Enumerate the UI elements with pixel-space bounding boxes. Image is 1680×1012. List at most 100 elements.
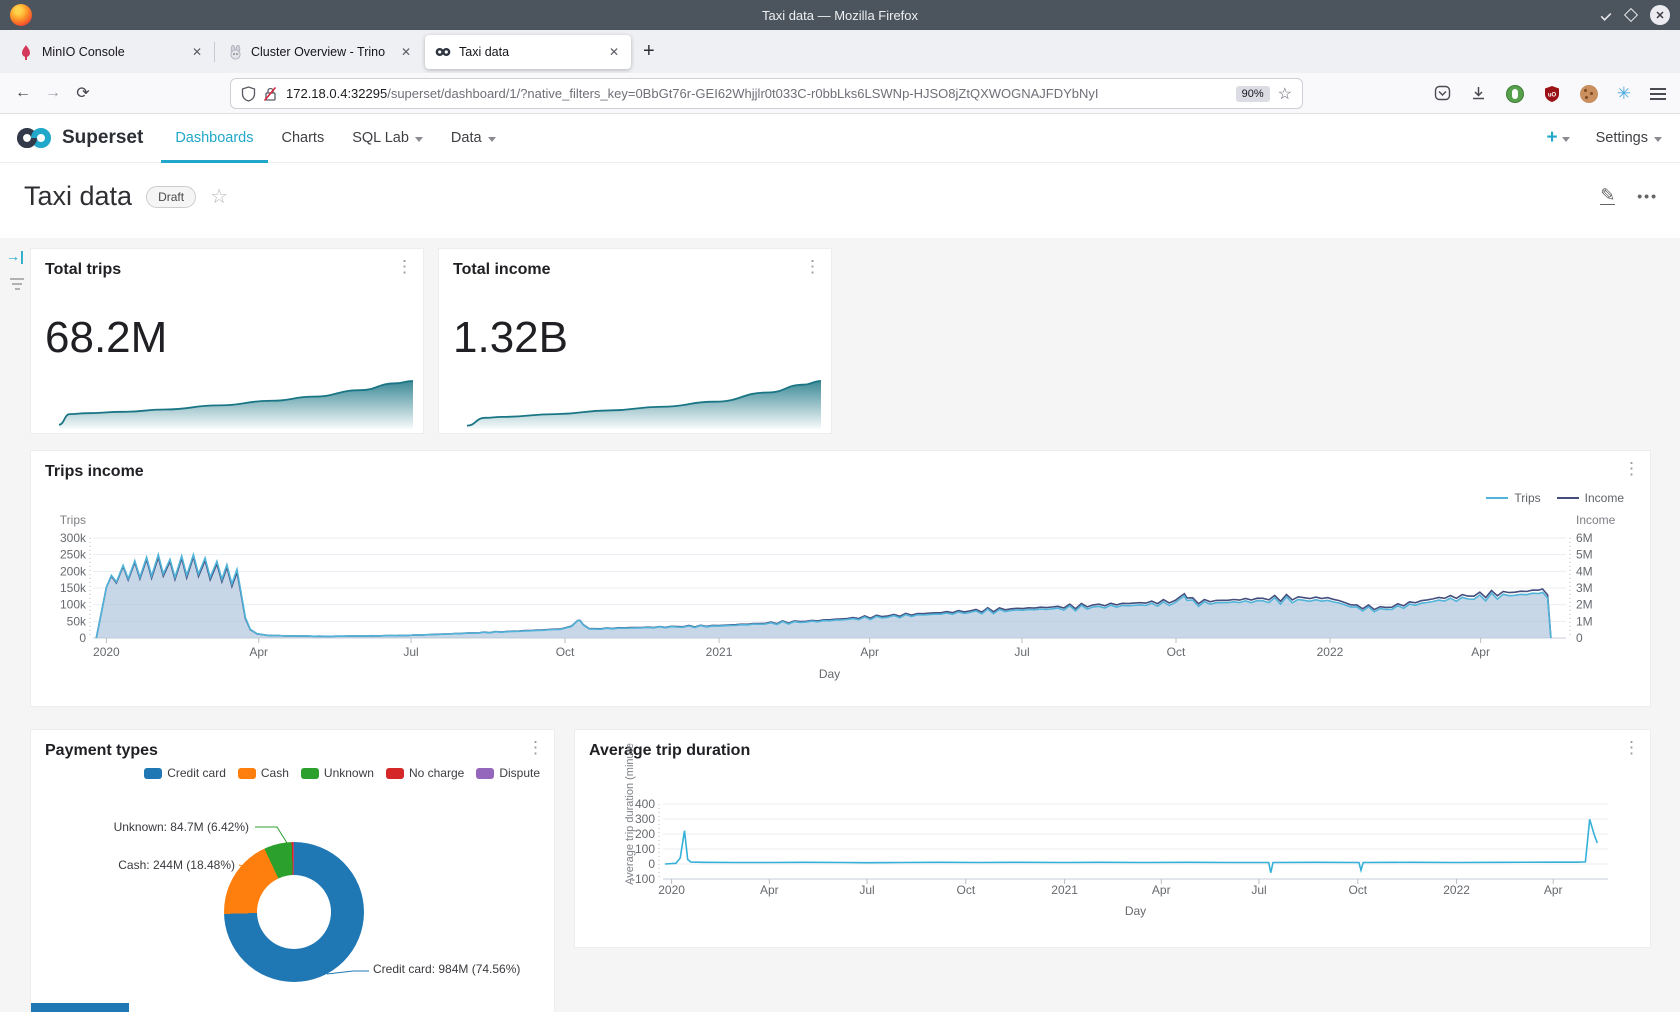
tab-close-icon[interactable]: ✕ <box>190 45 204 59</box>
total-income-sparkline <box>439 375 833 431</box>
multi-color-extension-icon[interactable]: ✳ <box>1617 84 1631 104</box>
svg-text:150k: 150k <box>60 581 87 595</box>
partially-visible-chart-bar <box>31 1003 129 1012</box>
browser-tab-minio-console[interactable]: MinIO Console✕ <box>8 35 214 69</box>
svg-text:2021: 2021 <box>706 645 733 659</box>
chart-kebab-menu[interactable]: ⋮ <box>396 257 413 277</box>
svg-text:1M: 1M <box>1576 614 1593 628</box>
svg-text:uO: uO <box>1548 92 1557 98</box>
svg-text:Day: Day <box>1125 904 1146 918</box>
reload-button[interactable]: ⟳ <box>68 83 98 103</box>
svg-text:200k: 200k <box>60 564 87 578</box>
superset-icon <box>435 44 451 60</box>
favorite-star-icon[interactable]: ☆ <box>210 184 228 209</box>
tab-close-icon[interactable]: ✕ <box>399 45 413 59</box>
chart-title: Total trips <box>45 261 121 279</box>
trips-income-card: Trips income ⋮ TripsIncome TripsIncome30… <box>30 450 1651 707</box>
chevron-down-icon <box>415 137 423 142</box>
svg-text:Credit card: 984M (74.56%): Credit card: 984M (74.56%) <box>373 962 520 976</box>
svg-text:300k: 300k <box>60 531 87 545</box>
svg-text:Apr: Apr <box>249 645 268 659</box>
superset-brand-name: Superset <box>62 127 143 149</box>
svg-text:Oct: Oct <box>556 645 575 659</box>
svg-text:4M: 4M <box>1576 564 1593 578</box>
filter-funnel-icon <box>6 278 28 290</box>
browser-toolbar: ← → ⟳ 172.18.0.4:32295/superset/dashboar… <box>0 73 1680 114</box>
chart-legend: Credit card Cash Unknown No charge Dispute <box>144 766 540 780</box>
browser-tab-taxi-data[interactable]: Taxi data✕ <box>425 35 631 69</box>
svg-text:200: 200 <box>635 827 655 841</box>
svg-text:2021: 2021 <box>1051 883 1078 897</box>
insecure-lock-icon[interactable] <box>263 86 278 102</box>
payment-types-card: Payment types ⋮ Credit card Cash Unknown No… <box>30 729 555 1012</box>
expand-filter-bar-icon[interactable]: →| <box>6 248 28 264</box>
svg-text:100k: 100k <box>60 598 87 612</box>
svg-text:Unknown: 84.7M (6.42%): Unknown: 84.7M (6.42%) <box>114 820 249 834</box>
svg-text:Trips: Trips <box>60 513 86 527</box>
legend-item-credit-card[interactable]: Credit card <box>144 766 226 780</box>
extension-icon[interactable] <box>1506 85 1524 103</box>
superset-brand[interactable]: Superset <box>14 126 143 150</box>
minimize-button[interactable] <box>1601 10 1612 21</box>
total-trips-value: 68.2M <box>45 313 167 363</box>
superset-logo-icon <box>14 126 54 150</box>
url-domain: 172.18.0.4:32295 <box>286 86 387 101</box>
forward-button[interactable]: → <box>38 84 68 102</box>
legend-item-dispute[interactable]: Dispute <box>476 766 540 780</box>
trino-icon <box>227 44 243 60</box>
chart-title: Payment types <box>45 742 158 760</box>
new-tab-button[interactable]: + <box>631 40 667 63</box>
tab-close-icon[interactable]: ✕ <box>607 45 621 59</box>
chevron-down-icon <box>1562 137 1570 142</box>
nav-item-dashboards[interactable]: Dashboards <box>161 114 267 163</box>
browser-tab-cluster-overview-trino[interactable]: Cluster Overview - Trino✕ <box>217 35 423 69</box>
pocket-icon[interactable] <box>1434 85 1451 102</box>
legend-swatch <box>301 768 319 779</box>
svg-text:3M: 3M <box>1576 581 1593 595</box>
chart-title: Total income <box>453 261 551 279</box>
downloads-icon[interactable] <box>1470 85 1487 102</box>
svg-text:Apr: Apr <box>1152 883 1171 897</box>
maximize-button[interactable] <box>1624 8 1638 22</box>
svg-text:Jul: Jul <box>403 645 418 659</box>
chart-kebab-menu[interactable]: ⋮ <box>527 738 544 758</box>
svg-text:0: 0 <box>79 631 86 645</box>
new-item-button[interactable]: + <box>1546 127 1569 149</box>
window-title: Taxi data — Mozilla Firefox <box>0 8 1680 23</box>
tracking-shield-icon[interactable] <box>241 86 256 102</box>
chart-kebab-menu[interactable]: ⋮ <box>804 257 821 277</box>
page-zoom-badge[interactable]: 90% <box>1236 86 1270 102</box>
cookie-icon[interactable] <box>1580 85 1598 103</box>
svg-text:Oct: Oct <box>1167 645 1186 659</box>
legend-item-no-charge[interactable]: No charge <box>386 766 464 780</box>
dashboard-header: Taxi data Draft ☆ ✎ ••• <box>0 163 1680 238</box>
avg-trip-duration-card: Average trip duration ⋮ Average trip dur… <box>574 729 1651 948</box>
svg-text:2020: 2020 <box>93 645 120 659</box>
nav-item-data[interactable]: Data <box>437 114 510 163</box>
legend-item-cash[interactable]: Cash <box>238 766 289 780</box>
svg-text:50k: 50k <box>67 614 87 628</box>
svg-text:0: 0 <box>1576 631 1583 645</box>
svg-text:300: 300 <box>635 812 655 826</box>
svg-text:Income: Income <box>1576 513 1616 527</box>
svg-text:Apr: Apr <box>760 883 779 897</box>
close-button[interactable]: ✕ <box>1650 5 1670 25</box>
legend-item-unknown[interactable]: Unknown <box>301 766 374 780</box>
svg-text:Day: Day <box>819 667 840 681</box>
url-text[interactable]: 172.18.0.4:32295/superset/dashboard/1/?n… <box>286 86 1228 101</box>
back-button[interactable]: ← <box>8 84 38 102</box>
nav-item-charts[interactable]: Charts <box>268 114 339 163</box>
ublock-origin-icon[interactable]: uO <box>1543 85 1561 103</box>
total-trips-card: Total trips ⋮ 68.2M <box>30 248 424 434</box>
bookmark-star-icon[interactable]: ☆ <box>1278 84 1292 104</box>
tab-title: Taxi data <box>459 45 607 59</box>
nav-item-sql-lab[interactable]: SQL Lab <box>338 114 437 163</box>
avg-trip-duration-chart: Average trip duration (minute40030020010… <box>575 730 1652 949</box>
svg-text:Oct: Oct <box>956 883 975 897</box>
menu-hamburger-icon[interactable] <box>1650 85 1666 103</box>
edit-dashboard-icon[interactable]: ✎ <box>1600 187 1615 205</box>
dashboard-menu-ellipsis[interactable]: ••• <box>1637 188 1658 204</box>
total-income-value: 1.32B <box>453 313 568 363</box>
settings-menu[interactable]: Settings <box>1596 130 1662 146</box>
url-bar[interactable]: 172.18.0.4:32295/superset/dashboard/1/?n… <box>230 78 1303 109</box>
